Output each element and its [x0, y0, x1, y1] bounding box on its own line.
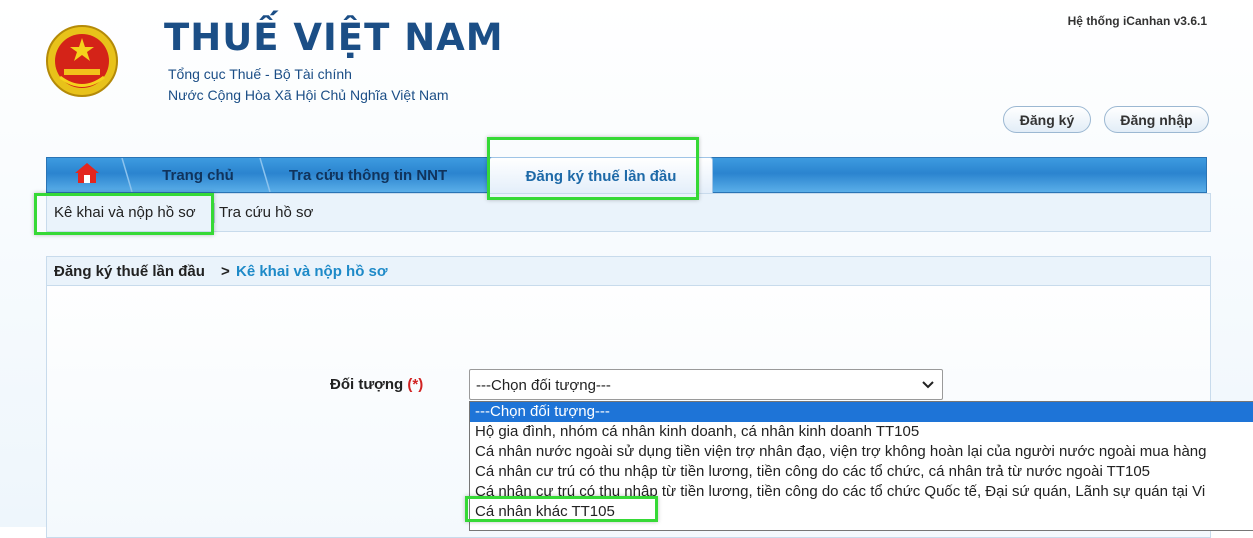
highlight-box-nav: [487, 137, 699, 200]
dropdown-option-placeholder[interactable]: ---Chọn đối tượng---: [470, 402, 1253, 422]
nav-item-home[interactable]: Trang chủ: [127, 158, 269, 192]
breadcrumb-parent[interactable]: Đăng ký thuế lần đầu: [54, 257, 205, 286]
login-button[interactable]: Đăng nhập: [1104, 106, 1209, 133]
required-mark: (*): [407, 376, 424, 393]
nav-item-taxpayer-lookup[interactable]: Tra cứu thông tin NNT: [269, 158, 467, 192]
site-subtitle-ministry: Tổng cục Thuế - Bộ Tài chính: [168, 66, 352, 82]
site-title: THUẾ VIỆT NAM: [164, 16, 504, 59]
dropdown-option-foreign-aid[interactable]: Cá nhân nước ngoài sử dụng tiền viện trợ…: [470, 442, 1253, 462]
system-version: Hệ thống iCanhan v3.6.1: [1067, 14, 1207, 28]
highlight-box-subnav: [34, 193, 214, 235]
site-subtitle-country: Nước Cộng Hòa Xã Hội Chủ Nghĩa Việt Nam: [168, 87, 449, 103]
breadcrumb-current: Kê khai và nộp hồ sơ: [236, 263, 388, 280]
logo: [46, 14, 118, 108]
nav-home-link[interactable]: [47, 158, 127, 192]
subject-select-value: ---Chọn đối tượng---: [476, 377, 611, 394]
home-icon: [74, 162, 100, 189]
highlight-box-option: [465, 496, 658, 522]
dropdown-option-resident-foreign-salary[interactable]: Cá nhân cư trú có thu nhập từ tiền lương…: [470, 462, 1253, 482]
dropdown-option-household-business[interactable]: Hộ gia đình, nhóm cá nhân kinh doanh, cá…: [470, 422, 1253, 442]
subnav-divider: [214, 203, 215, 223]
subject-label-text: Đối tượng: [330, 376, 404, 393]
subject-field-label: Đối tượng (*): [330, 376, 423, 393]
breadcrumb: Đăng ký thuế lần đầu > Kê khai và nộp hồ…: [47, 257, 1210, 286]
register-button[interactable]: Đăng ký: [1003, 106, 1091, 133]
breadcrumb-separator: >: [221, 263, 230, 280]
subnav-item-lookup-records[interactable]: Tra cứu hồ sơ: [219, 194, 313, 231]
subject-select[interactable]: ---Chọn đối tượng---: [469, 369, 943, 400]
